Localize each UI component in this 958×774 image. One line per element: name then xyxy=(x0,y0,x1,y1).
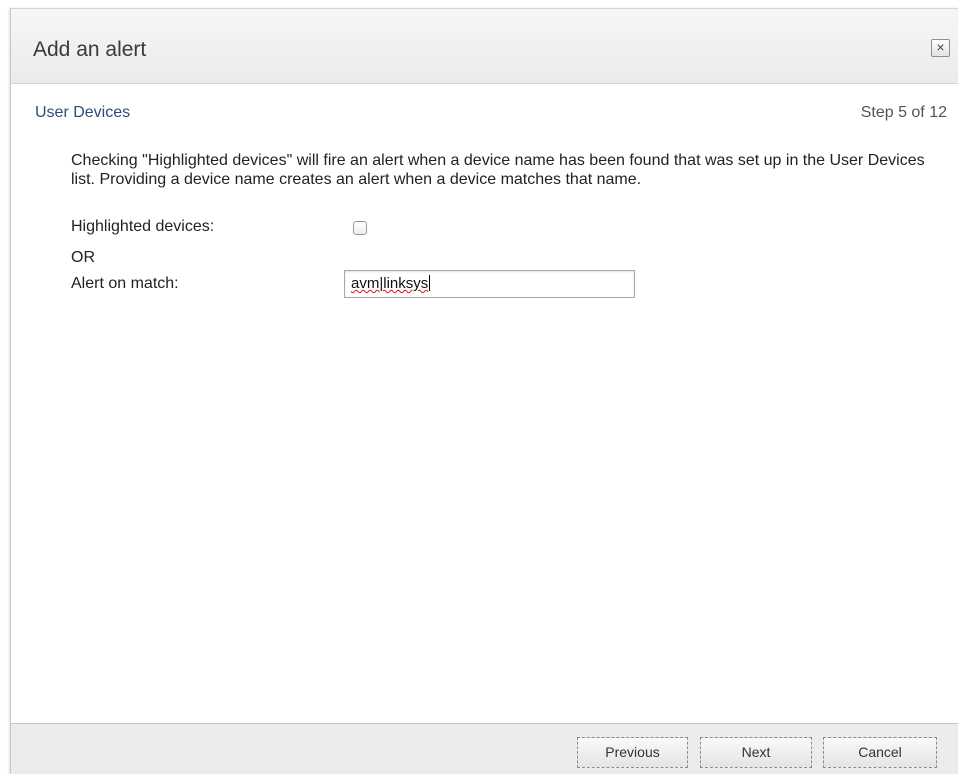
step-description: Checking "Highlighted devices" will fire… xyxy=(71,152,925,188)
close-icon: × xyxy=(936,39,945,55)
step-header: User Devices Step 5 of 12 xyxy=(11,84,958,136)
step-indicator: Step 5 of 12 xyxy=(860,104,947,121)
or-label: OR xyxy=(71,249,95,266)
alert-on-match-input[interactable]: avm|linksys xyxy=(344,270,635,298)
dialog-title: Add an alert xyxy=(33,38,147,61)
close-button[interactable]: × xyxy=(931,39,950,57)
alert-on-match-value: avm|linksys xyxy=(351,275,429,292)
previous-button[interactable]: Previous xyxy=(577,737,688,768)
text-caret xyxy=(429,275,431,291)
highlighted-devices-checkbox[interactable] xyxy=(353,221,367,235)
alert-on-match-label: Alert on match: xyxy=(71,275,179,292)
next-button[interactable]: Next xyxy=(700,737,812,768)
dialog-titlebar: Add an alert × xyxy=(11,9,958,84)
highlighted-devices-label: Highlighted devices: xyxy=(71,218,215,235)
section-title: User Devices xyxy=(35,104,131,121)
add-alert-dialog: Add an alert × User Devices Step 5 of 12… xyxy=(10,8,958,774)
cancel-button[interactable]: Cancel xyxy=(823,737,937,768)
dialog-footer: Previous Next Cancel xyxy=(11,723,958,774)
